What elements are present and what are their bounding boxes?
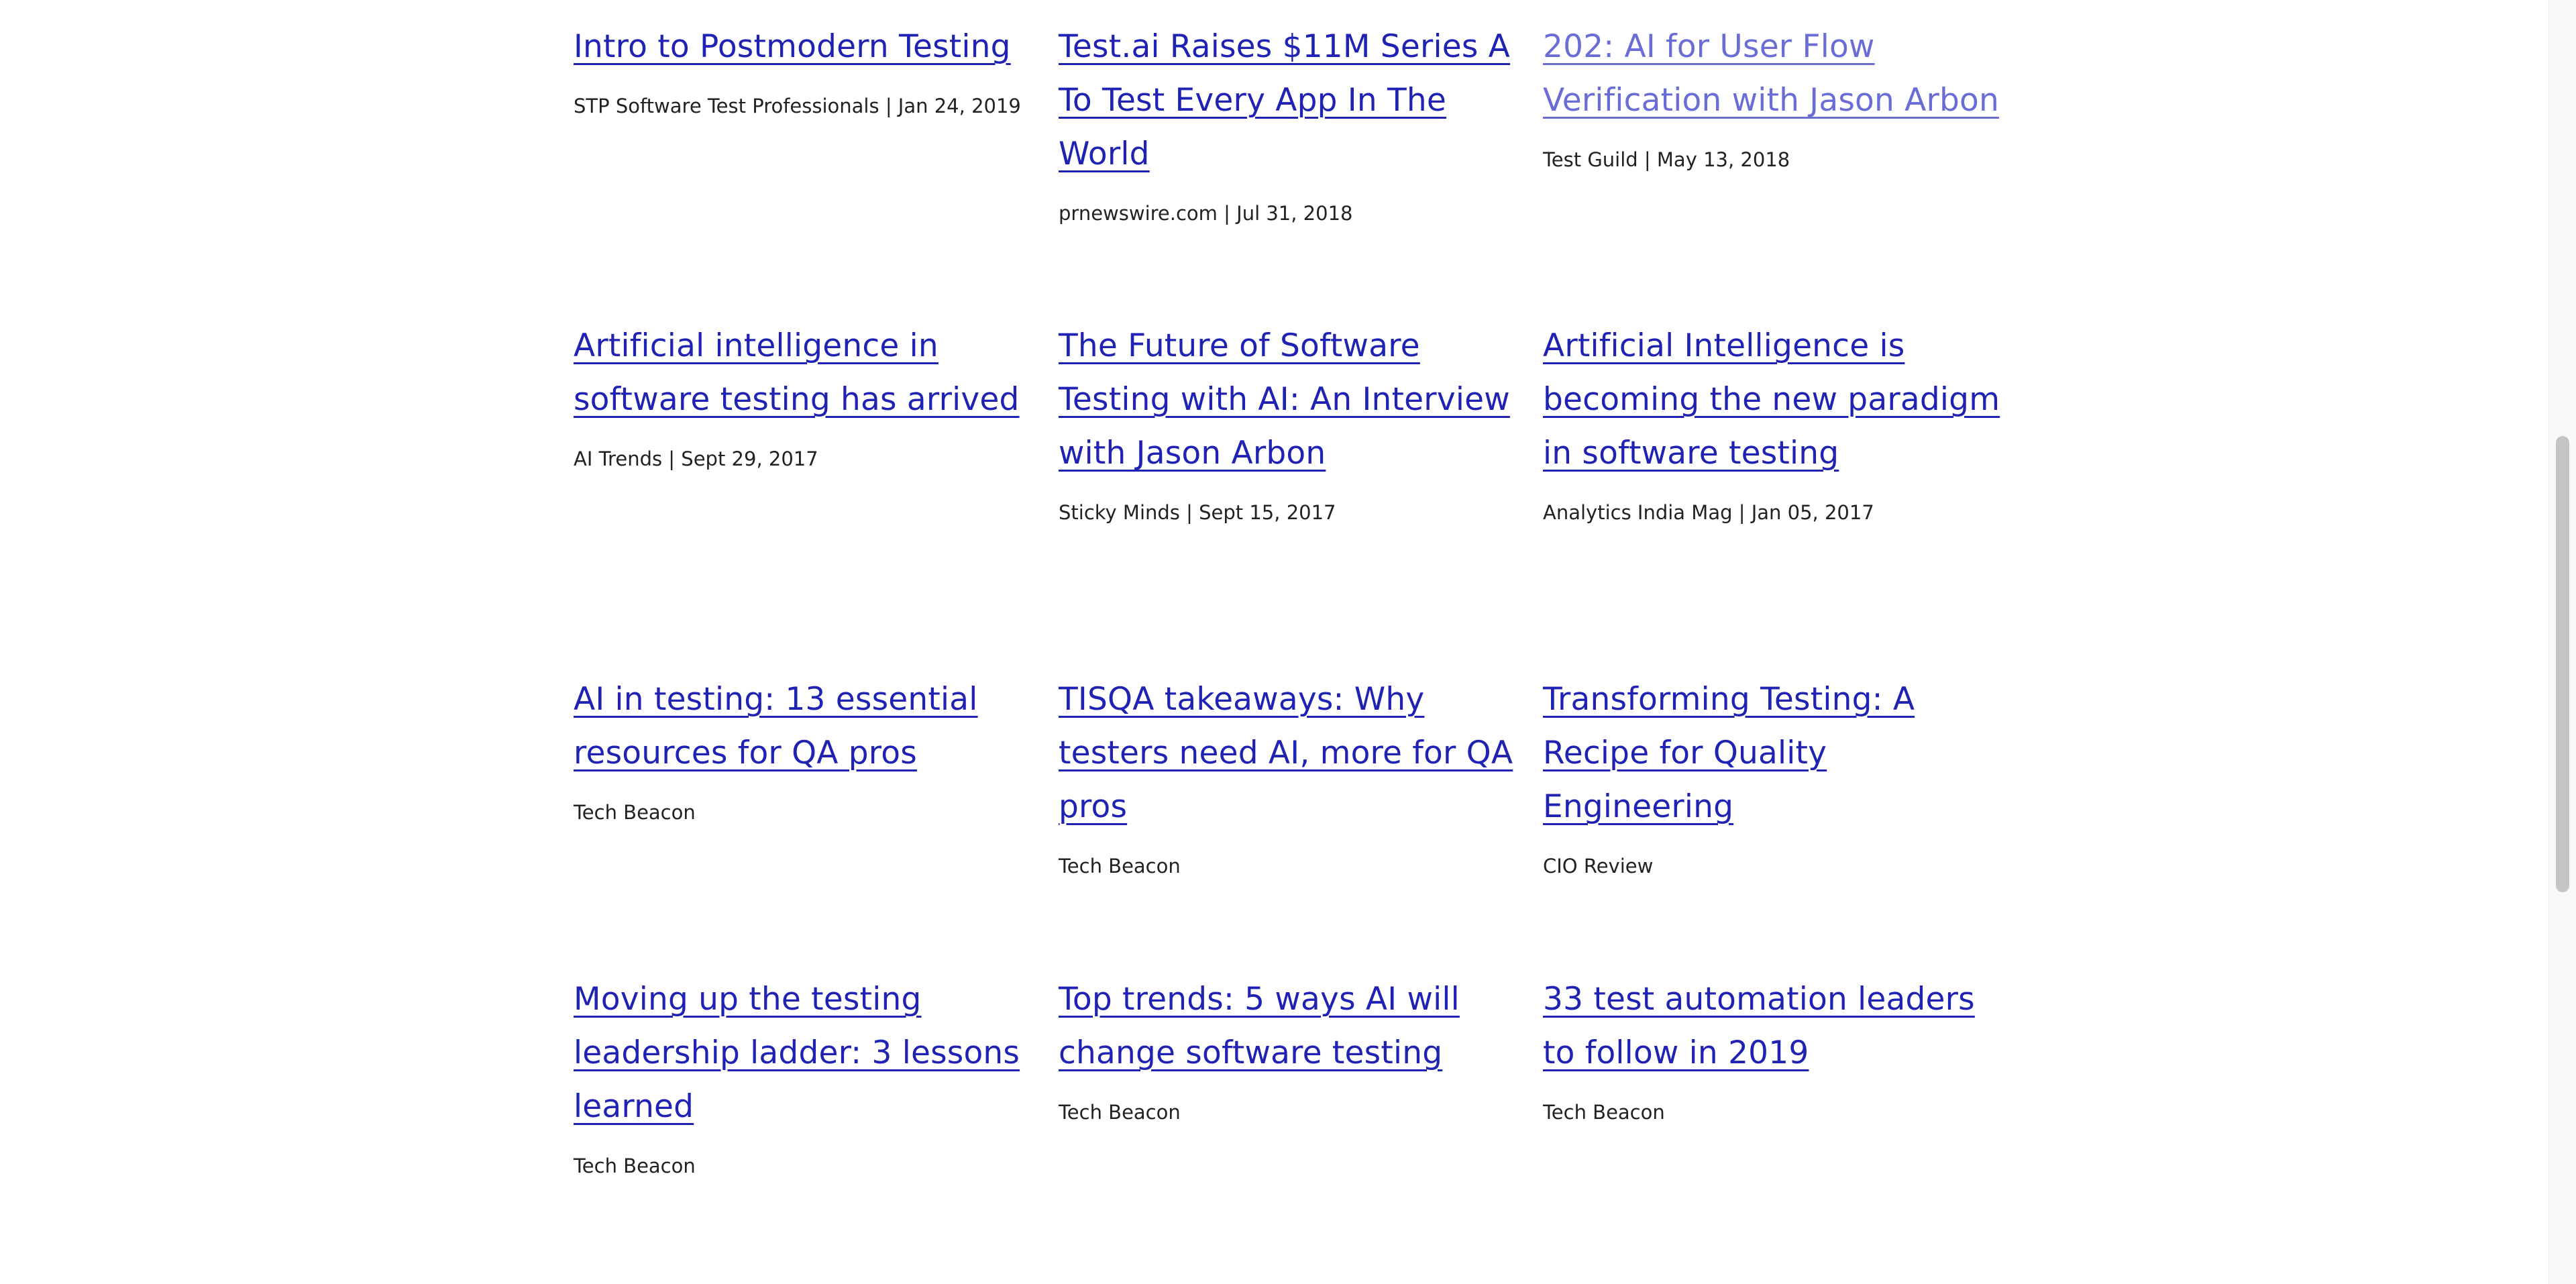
article-source-date: Tech Beacon [574,801,696,824]
article-card: 202: AI for User Flow Verification with … [1543,20,2006,173]
article-source-date: Tech Beacon [574,1155,696,1177]
article-card: Artificial intelligence in software test… [574,319,1036,472]
article-title-link[interactable]: Top trends: 5 ways AI will change softwa… [1059,981,1460,1071]
article-card: Moving up the testing leadership ladder:… [574,973,1036,1179]
article-card: The Future of Software Testing with AI: … [1059,319,1521,526]
article-title-link[interactable]: 33 test automation leaders to follow in … [1543,981,1975,1071]
scrollbar-thumb[interactable] [2556,436,2569,892]
article-title-link[interactable]: Artificial intelligence in software test… [574,327,1020,418]
article-source-date: AI Trends | Sept 29, 2017 [574,447,818,470]
article-source-date: CIO Review [1543,855,1654,877]
article-source-date: Test Guild | May 13, 2018 [1543,148,1790,171]
article-title-link[interactable]: Moving up the testing leadership ladder:… [574,981,1020,1125]
article-card: Artificial Intelligence is becoming the … [1543,319,2006,526]
article-source-date: STP Software Test Professionals | Jan 24… [574,95,1021,117]
article-source-date: Tech Beacon [1543,1101,1665,1124]
article-source-date: Tech Beacon [1059,855,1181,877]
article-card: AI in testing: 13 essential resources fo… [574,673,1036,826]
article-card: 33 test automation leaders to follow in … [1543,973,2006,1126]
press-articles-grid: Intro to Postmodern Testing STP Software… [0,0,2549,1284]
article-title-link[interactable]: The Future of Software Testing with AI: … [1059,327,1510,472]
article-card: TISQA takeaways: Why testers need AI, mo… [1059,673,1521,879]
article-source-date: Analytics India Mag | Jan 05, 2017 [1543,501,1874,524]
news-page: Intro to Postmodern Testing STP Software… [0,0,2576,1284]
article-title-link[interactable]: TISQA takeaways: Why testers need AI, mo… [1059,681,1513,825]
article-card: Test.ai Raises $11M Series A To Test Eve… [1059,20,1521,227]
article-source-date: Sticky Minds | Sept 15, 2017 [1059,501,1336,524]
article-title-link[interactable]: Transforming Testing: A Recipe for Quali… [1543,681,1915,825]
article-source-date: Tech Beacon [1059,1101,1181,1124]
article-card: Top trends: 5 ways AI will change softwa… [1059,973,1521,1126]
article-title-link[interactable]: Intro to Postmodern Testing [574,28,1011,65]
article-card: Intro to Postmodern Testing STP Software… [574,20,1036,119]
article-source-date: prnewswire.com | Jul 31, 2018 [1059,202,1353,225]
article-card: Transforming Testing: A Recipe for Quali… [1543,673,2006,879]
article-title-link[interactable]: AI in testing: 13 essential resources fo… [574,681,978,771]
vertical-scrollbar[interactable] [2548,0,2576,1284]
article-title-link[interactable]: Artificial Intelligence is becoming the … [1543,327,2000,472]
article-title-link[interactable]: Test.ai Raises $11M Series A To Test Eve… [1059,28,1510,172]
article-title-link[interactable]: 202: AI for User Flow Verification with … [1543,28,1999,119]
